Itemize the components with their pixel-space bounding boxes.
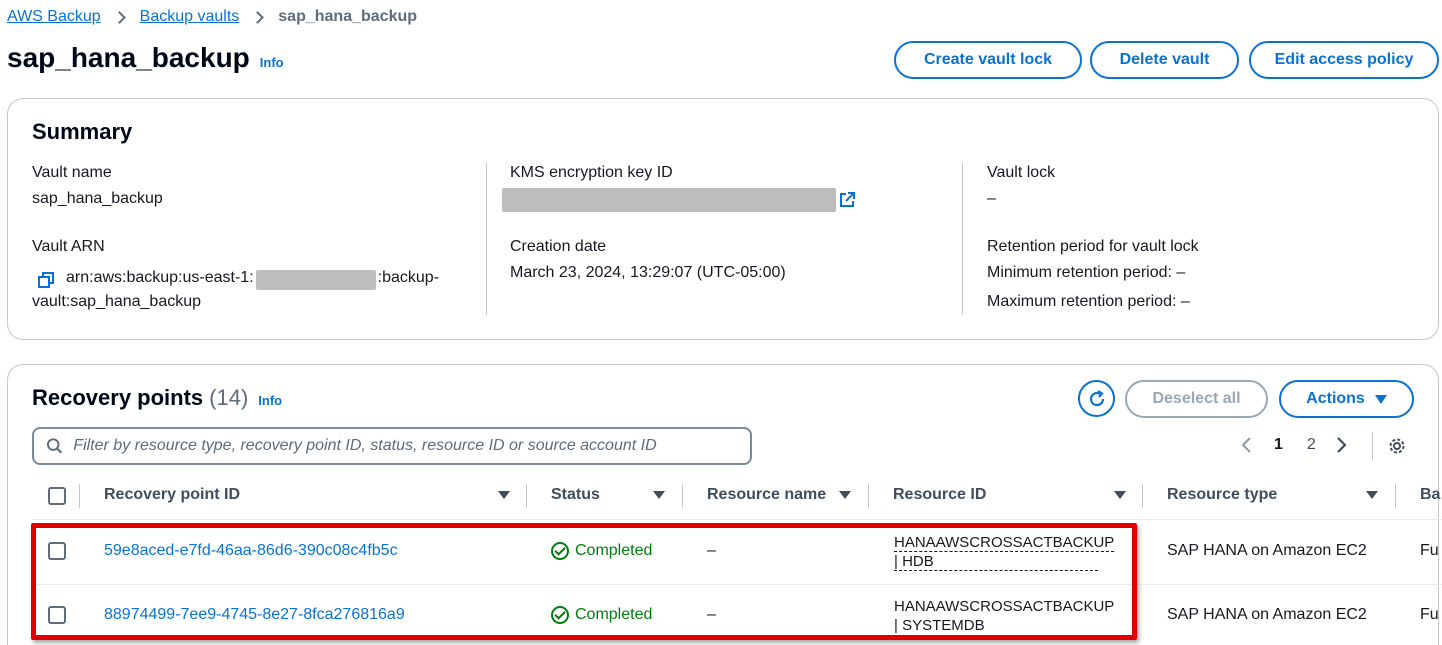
sort-caret-icon[interactable]	[498, 491, 510, 499]
vault-arn-suffix: :backup-	[377, 269, 440, 286]
vault-name-label: Vault name	[32, 164, 112, 181]
settings-gear-icon[interactable]	[1387, 436, 1407, 456]
resource-id-line2: | SYSTEMDB	[894, 617, 985, 634]
retention-label: Retention period for vault lock	[987, 238, 1199, 255]
divider	[486, 163, 487, 315]
status-badge: Completed	[551, 542, 652, 560]
extra-cell: Fu	[1420, 542, 1439, 559]
recovery-point-id-link[interactable]: 88974499-7ee9-4745-8e27-8fca276816a9	[104, 606, 405, 624]
recovery-point-id-link[interactable]: 59e8aced-e7fd-46aa-86d6-390c08c4fb5c	[104, 542, 398, 560]
chevron-right-icon[interactable]	[1334, 436, 1348, 454]
col-resource-type[interactable]: Resource type	[1167, 486, 1277, 504]
filter-input[interactable]	[73, 437, 750, 455]
divider	[962, 163, 963, 315]
col-recovery-point-id[interactable]: Recovery point ID	[104, 486, 240, 504]
row-checkbox[interactable]	[48, 542, 66, 560]
recovery-points-title: Recovery points	[32, 385, 204, 410]
check-circle-icon	[551, 606, 569, 624]
check-circle-icon	[551, 542, 569, 560]
resource-type: SAP HANA on Amazon EC2	[1167, 606, 1367, 623]
min-retention: Minimum retention period: –	[987, 264, 1186, 281]
pagination: 1 2	[1240, 436, 1348, 454]
recovery-points-header: Recovery points (14) Info	[32, 385, 282, 411]
resource-id-line1: HANAAWSCROSSACTBACKUP	[894, 534, 1115, 552]
chevron-right-icon	[112, 10, 126, 24]
vault-name-value: sap_hana_backup	[32, 190, 163, 207]
creation-date-value: March 23, 2024, 13:29:07 (UTC-05:00)	[510, 264, 786, 281]
page-1[interactable]: 1	[1274, 436, 1283, 454]
vault-arn-value: arn:aws:backup:us-east-1: :backup-	[66, 269, 440, 290]
summary-title: Summary	[32, 119, 133, 144]
vault-lock-value: –	[987, 190, 996, 207]
breadcrumb: AWS Backup Backup vaults sap_hana_backup	[7, 8, 417, 26]
delete-vault-button[interactable]: Delete vault	[1090, 41, 1239, 79]
vault-arn-label: Vault ARN	[32, 238, 105, 255]
deselect-all-button[interactable]: Deselect all	[1125, 380, 1268, 418]
page-2[interactable]: 2	[1307, 436, 1316, 454]
select-all-checkbox[interactable]	[48, 487, 66, 505]
copy-icon[interactable]	[38, 272, 54, 288]
page-header: sap_hana_backup Info	[7, 42, 284, 74]
caret-down-icon	[1374, 394, 1387, 404]
resource-name: –	[707, 606, 716, 623]
breadcrumb-aws-backup[interactable]: AWS Backup	[7, 8, 101, 26]
status-badge: Completed	[551, 606, 652, 624]
actions-label: Actions	[1306, 390, 1365, 407]
refresh-button[interactable]	[1078, 380, 1115, 417]
status-text: Completed	[575, 542, 653, 559]
chevron-right-icon	[251, 10, 265, 24]
info-link[interactable]: Info	[258, 393, 282, 408]
row-divider	[32, 519, 1442, 520]
info-link[interactable]: Info	[260, 55, 284, 70]
row-checkbox[interactable]	[48, 606, 66, 624]
sort-caret-icon[interactable]	[1366, 491, 1378, 499]
vault-lock-label: Vault lock	[987, 164, 1056, 181]
resource-id-line1: HANAAWSCROSSACTBACKUP	[894, 598, 1115, 615]
search-icon	[46, 438, 63, 454]
divider	[1372, 432, 1373, 460]
vault-arn-prefix: arn:aws:backup:us-east-1:	[66, 269, 254, 286]
divider	[682, 484, 683, 508]
col-extra[interactable]: Ba	[1420, 486, 1440, 504]
creation-date-label: Creation date	[510, 238, 607, 255]
resource-id[interactable]: HANAAWSCROSSACTBACKUP | SYSTEMDB	[894, 597, 1114, 635]
redacted-account-id	[255, 270, 376, 290]
page-title: sap_hana_backup	[7, 42, 250, 73]
vault-arn-line2: vault:sap_hana_backup	[32, 293, 202, 310]
col-resource-id[interactable]: Resource ID	[893, 486, 986, 504]
actions-button[interactable]: Actions	[1279, 380, 1414, 418]
sort-caret-icon[interactable]	[1114, 491, 1126, 499]
extra-cell: Fu	[1420, 606, 1439, 623]
divider	[868, 484, 869, 508]
divider	[1395, 484, 1396, 508]
breadcrumb-current: sap_hana_backup	[278, 8, 418, 25]
refresh-icon	[1089, 389, 1104, 406]
resource-id-line2: | HDB	[894, 553, 1098, 571]
col-status[interactable]: Status	[551, 486, 600, 504]
create-vault-lock-button[interactable]: Create vault lock	[894, 41, 1082, 79]
resource-type: SAP HANA on Amazon EC2	[1167, 542, 1367, 559]
col-resource-name[interactable]: Resource name	[707, 486, 826, 504]
sort-caret-icon[interactable]	[839, 491, 851, 499]
external-link-icon[interactable]	[838, 191, 856, 209]
resource-id[interactable]: HANAAWSCROSSACTBACKUP | HDB	[894, 533, 1115, 571]
summary-panel: Summary Vault name sap_hana_backup Vault…	[7, 98, 1439, 340]
redacted-kms-key	[502, 188, 836, 212]
filter-bar	[32, 427, 752, 465]
divider	[79, 484, 80, 508]
divider	[1142, 484, 1143, 508]
status-text: Completed	[575, 606, 653, 623]
kms-key-label: KMS encryption key ID	[510, 164, 673, 181]
recovery-points-count: (14)	[209, 385, 249, 410]
edit-access-policy-button[interactable]: Edit access policy	[1249, 41, 1439, 79]
breadcrumb-backup-vaults[interactable]: Backup vaults	[140, 8, 240, 26]
row-divider	[32, 584, 1442, 585]
max-retention: Maximum retention period: –	[987, 293, 1190, 310]
sort-caret-icon[interactable]	[653, 491, 665, 499]
divider	[526, 484, 527, 508]
chevron-left-icon[interactable]	[1240, 436, 1254, 454]
resource-name: –	[707, 542, 716, 559]
